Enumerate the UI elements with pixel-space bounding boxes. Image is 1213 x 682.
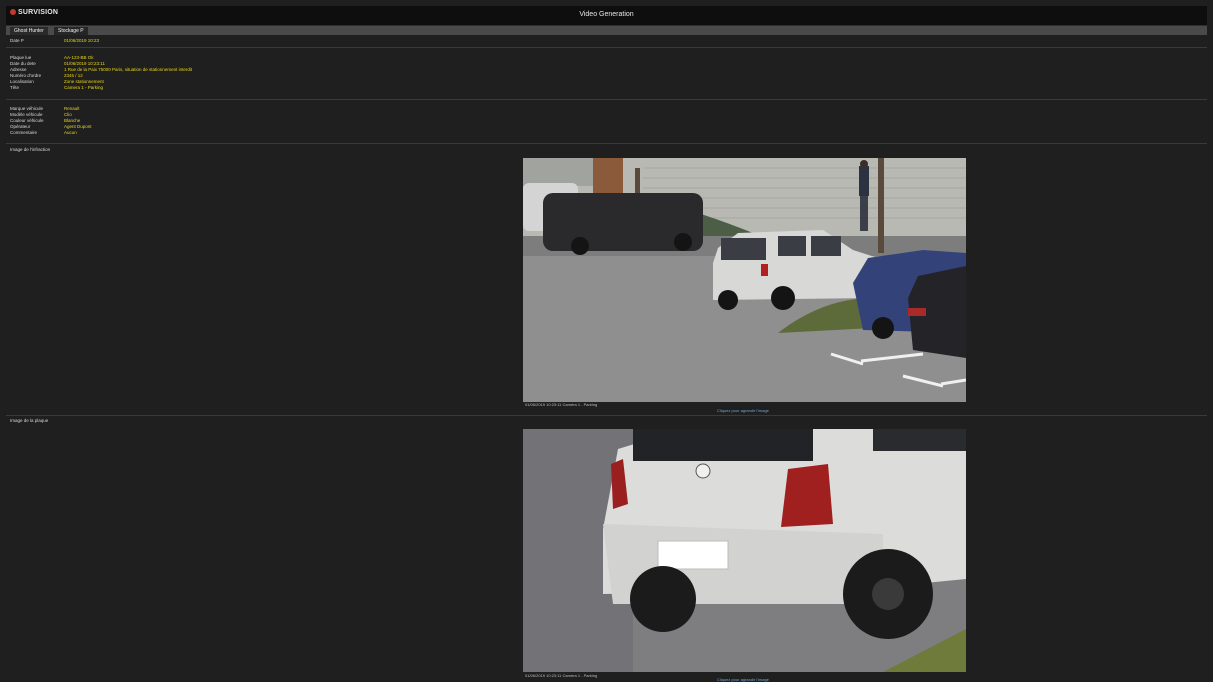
divider bbox=[6, 143, 1207, 144]
app-window: SURVISION Video Generation Ghost Hunter … bbox=[6, 6, 1207, 682]
divider bbox=[6, 99, 1207, 100]
divider bbox=[6, 47, 1207, 48]
plate-photo-caption: 01/06/2019 10:23:11 Caméra 1 - Parking bbox=[525, 673, 598, 678]
info-label: Date P bbox=[10, 38, 24, 43]
title-bar: SURVISION Video Generation bbox=[6, 6, 1207, 26]
info-label: Tête bbox=[10, 85, 20, 90]
context-photo-caption: 01/06/2019 10:23:11 Caméra 1 - Parking bbox=[525, 402, 598, 407]
context-section-label: Image de l'infraction bbox=[10, 147, 51, 152]
plate-photo[interactable] bbox=[523, 429, 966, 672]
plate-section-label: Image de la plaque bbox=[10, 418, 49, 423]
context-photo[interactable] bbox=[523, 158, 966, 402]
divider bbox=[6, 415, 1207, 416]
page-title: Video Generation bbox=[579, 11, 634, 18]
info-value: 1 Rue de la Paix 75000 Paris, situation … bbox=[64, 67, 193, 72]
info-label: Commentaire bbox=[10, 130, 38, 135]
parking-scene bbox=[523, 158, 966, 402]
info-value: Camera 1 - Parking bbox=[64, 85, 104, 90]
car-rear-closeup bbox=[523, 429, 966, 672]
plate-enlarge-link[interactable]: Cliquez pour agrandir l'image bbox=[717, 677, 769, 682]
info-value: 01/06/2019 10:23 bbox=[64, 38, 100, 43]
info-value: Aucun bbox=[64, 130, 77, 135]
tab-ghost-hunter[interactable]: Ghost Hunter bbox=[10, 27, 48, 35]
context-enlarge-link[interactable]: Cliquez pour agrandir l'image bbox=[717, 408, 769, 413]
tab-stockage[interactable]: Stockage P bbox=[54, 27, 88, 35]
tab-bar: Ghost Hunter Stockage P bbox=[6, 26, 1207, 35]
